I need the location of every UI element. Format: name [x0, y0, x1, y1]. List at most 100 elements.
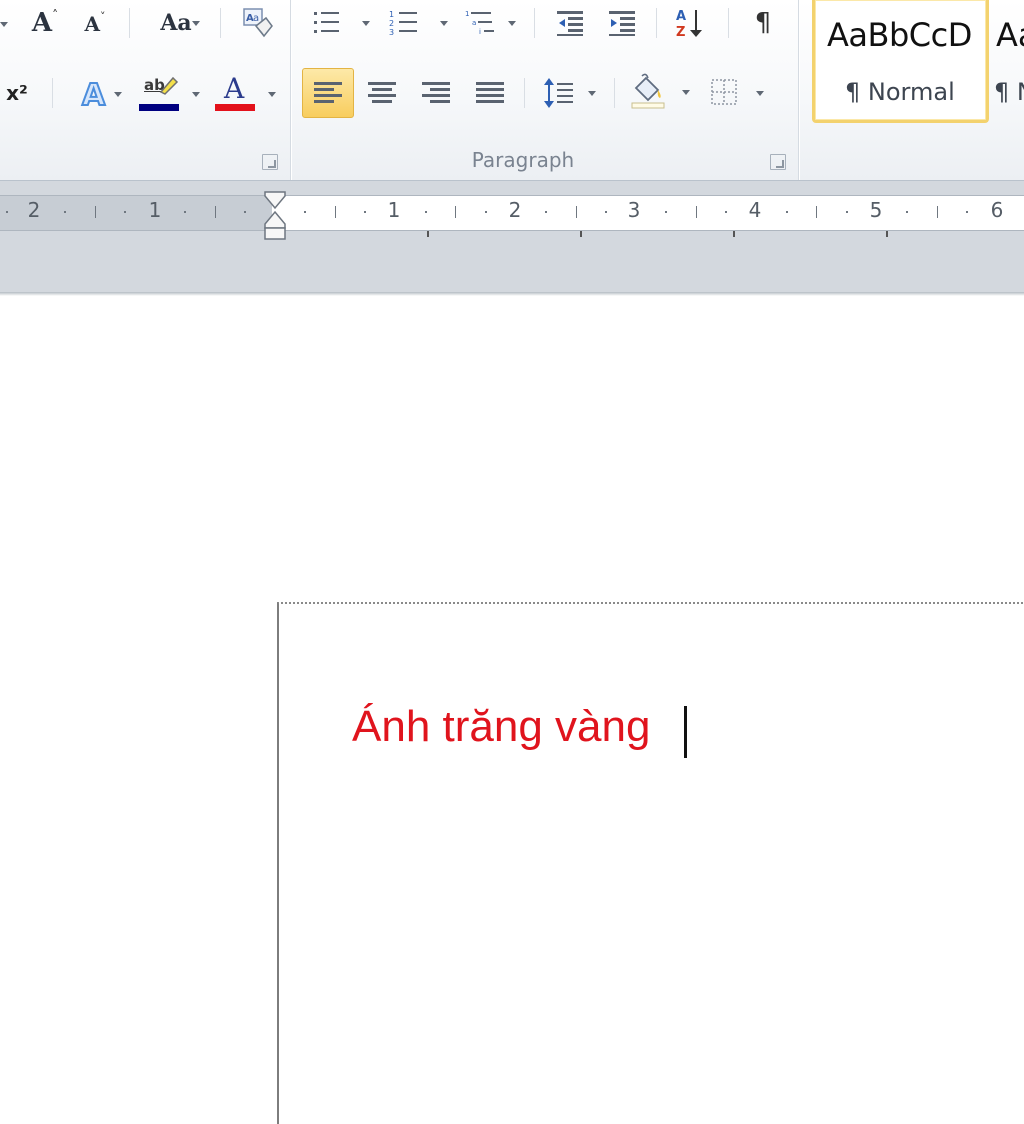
ruler-dot — [786, 211, 788, 213]
ruler-number: 5 — [869, 198, 883, 222]
highlight-color-bar — [139, 104, 179, 111]
borders-button[interactable] — [706, 72, 770, 114]
ruler-tick — [937, 206, 938, 218]
numbering-icon: 1 2 3 — [389, 10, 417, 37]
indent-marker[interactable] — [262, 190, 288, 242]
multilevel-list-button[interactable]: 1 a i — [462, 6, 522, 40]
group-separator — [798, 0, 799, 180]
increase-indent-button[interactable] — [602, 6, 642, 40]
style-no-spacing[interactable]: Aa ¶ N — [988, 0, 1024, 120]
ruler-tick — [95, 206, 96, 218]
borders-icon — [711, 79, 737, 105]
svg-text:Z: Z — [676, 25, 685, 40]
ruler-tick — [215, 206, 216, 218]
numbering-button[interactable]: 1 2 3 — [386, 6, 452, 40]
font-size-dropdown-edge[interactable] — [0, 14, 10, 34]
ruler-dot — [244, 211, 246, 213]
justify-button[interactable] — [470, 72, 510, 114]
font-color-bar — [215, 104, 255, 111]
font-color-button[interactable]: A — [212, 72, 280, 114]
ruler-tick — [816, 206, 817, 218]
decrease-indent-button[interactable] — [550, 6, 590, 40]
ruler-shadow — [0, 292, 1024, 296]
clear-formatting-button[interactable]: A a — [238, 4, 276, 42]
line-spacing-button[interactable] — [540, 72, 600, 114]
ruler-tick — [335, 206, 336, 218]
increase-indent-icon — [609, 11, 635, 36]
svg-text:i: i — [479, 28, 481, 36]
separator — [728, 8, 729, 38]
separator — [524, 78, 525, 108]
justify-icon — [476, 82, 504, 104]
bullets-icon — [314, 12, 339, 33]
shrink-font-icon: A — [84, 12, 101, 36]
style-normal-name: ¶ Normal — [845, 78, 955, 106]
svg-text:a: a — [253, 13, 259, 24]
line-spacing-icon — [544, 78, 573, 108]
text-effects-button[interactable]: A — [68, 74, 124, 112]
sort-button[interactable]: A Z — [670, 4, 710, 42]
ruler-dot — [846, 211, 848, 213]
align-left-button[interactable] — [302, 68, 354, 118]
bullets-button[interactable] — [310, 6, 374, 40]
shrink-arrow-icon: ˅ — [100, 9, 106, 23]
change-case-button[interactable]: Aa — [148, 6, 204, 40]
ruler-dot — [485, 211, 487, 213]
shrink-font-button[interactable]: A ˅ — [80, 8, 110, 40]
ribbon: A ˄ A ˅ Aa A a x² A ab A 1 2 3 1 a i A Z… — [0, 0, 1024, 181]
ruler-number: 6 — [990, 198, 1004, 222]
paragraph-dialog-launcher[interactable] — [770, 154, 786, 170]
ruler-number: 3 — [627, 198, 641, 222]
highlight-color-button[interactable]: ab — [136, 72, 204, 114]
align-right-button[interactable] — [416, 72, 456, 114]
ruler-dot — [725, 211, 727, 213]
ruler-dot — [6, 211, 8, 213]
default-tab-stop — [427, 231, 429, 237]
align-left-icon — [314, 82, 342, 104]
ruler-dot — [184, 211, 186, 213]
paint-bucket-icon — [631, 73, 665, 109]
style-normal-preview: AaBbCcD — [827, 16, 972, 54]
style-normal[interactable]: AaBbCcD ¶ Normal — [812, 0, 989, 123]
svg-text:1: 1 — [465, 10, 469, 18]
text-cursor — [684, 706, 687, 758]
clear-formatting-icon: A a — [243, 8, 273, 38]
ruler-dot — [304, 211, 306, 213]
svg-text:A: A — [676, 9, 686, 24]
ruler-dot — [906, 211, 908, 213]
ruler-tick — [696, 206, 697, 218]
change-case-label: Aa — [160, 10, 192, 36]
ruler-dot — [966, 211, 968, 213]
superscript-button[interactable]: x² — [0, 76, 34, 110]
grow-font-button[interactable]: A ˄ — [28, 6, 62, 40]
center-button[interactable] — [362, 72, 402, 114]
font-dialog-launcher[interactable] — [262, 154, 278, 170]
separator — [534, 8, 535, 38]
ruler-tick — [455, 206, 456, 218]
show-hide-marks-button[interactable]: ¶ — [744, 6, 782, 40]
align-center-icon — [368, 82, 396, 104]
style-no-spacing-preview: Aa — [996, 16, 1024, 54]
ruler-number: 2 — [27, 198, 41, 222]
ruler-dot — [665, 211, 667, 213]
ruler-number: 2 — [508, 198, 522, 222]
style-no-spacing-name: ¶ N — [994, 78, 1024, 106]
ruler-dot — [425, 211, 427, 213]
separator — [129, 8, 130, 38]
grow-arrow-icon: ˄ — [52, 8, 59, 22]
superscript-label: x² — [6, 81, 28, 105]
multilevel-list-icon: 1 a i — [465, 10, 494, 36]
align-right-icon — [422, 82, 450, 104]
pilcrow-icon: ¶ — [754, 8, 772, 38]
default-tab-stop — [580, 231, 582, 237]
ruler-tick — [576, 206, 577, 218]
svg-text:2: 2 — [389, 19, 394, 28]
ruler-number: 1 — [148, 198, 162, 222]
ruler-dot — [64, 211, 66, 213]
svg-text:A: A — [82, 78, 106, 110]
document-text[interactable]: Ánh trăng vàng — [352, 702, 650, 752]
highlighter-icon: ab — [140, 72, 180, 102]
sort-icon: A Z — [676, 9, 702, 40]
shading-button[interactable] — [628, 70, 694, 114]
document-page[interactable] — [277, 602, 1024, 1124]
